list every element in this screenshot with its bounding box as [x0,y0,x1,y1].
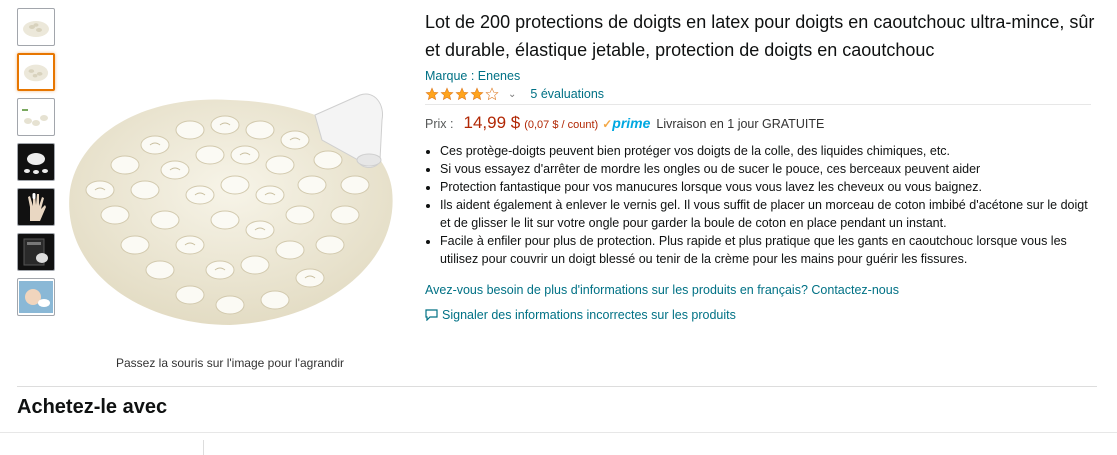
delivery-text: Livraison en 1 jour GRATUITE [656,117,825,131]
finger-cots-spread-icon [22,109,48,126]
feature-bullet: Facile à enfiler pour plus de protection… [440,232,1090,268]
speech-bubble-icon [425,309,438,321]
report-link-label: Signaler des informations incorrectes su… [442,308,736,322]
thumbnail-4[interactable] [17,143,55,181]
brand-link[interactable]: Marque : Enenes [425,69,1105,83]
star-empty-icon [485,87,499,101]
unit-price: (0,07 $ / count) [524,119,599,131]
finger-cots-pile-icon [23,21,49,37]
star-rating[interactable] [425,87,500,101]
hand-icon [28,193,46,221]
prime-badge: ✓prime [602,115,651,131]
star-full-icon [455,87,469,101]
thumbnail-5[interactable] [17,188,55,226]
feature-bullet: Protection fantastique pour vos manucure… [440,178,1090,196]
star-full-icon [440,87,454,101]
chevron-down-icon[interactable]: ⌄ [508,89,516,100]
finger-cots-pile-icon [23,64,49,82]
price-value: 14,99 $ [463,113,521,132]
feature-bullet: Ils aident également à enlever le vernis… [440,196,1090,232]
feature-bullets: Ces protège-doigts peuvent bien protéger… [440,142,1090,268]
product-title: Lot de 200 protections de doigts en late… [425,12,1095,60]
buy-together-heading: Achetez-le avec [17,396,168,418]
star-full-icon [470,87,484,101]
rating-row: ⌄ 5 évaluations [425,84,1105,104]
prime-check-icon: ✓ [602,117,613,131]
price-label: Prix : [425,117,454,131]
product-info: Lot de 200 protections de doigts en late… [425,8,1105,104]
report-incorrect-info-link[interactable]: Signaler des informations incorrectes su… [425,308,736,322]
lifestyle-photo-icon [19,281,53,313]
package-icon [23,238,48,266]
thumbnail-3[interactable] [17,98,55,136]
feature-bullet: Si vous essayez d'arrêter de mordre les … [440,160,1090,178]
thumbnail-6[interactable] [17,233,55,271]
feature-bullet: Ces protège-doigts peuvent bien protéger… [440,142,1090,160]
star-full-icon [425,87,439,101]
more-info-link[interactable]: Avez-vous besoin de plus d'informations … [425,283,899,297]
thumbnail-7[interactable] [17,278,55,316]
divider [425,104,1091,105]
thumbnail-2[interactable] [17,53,55,91]
finger-cots-image [69,93,393,325]
column-separator [203,440,204,455]
thumbnail-1[interactable] [17,8,55,46]
section-divider [17,386,1097,387]
zoom-hint: Passez la souris sur l'image pour l'agra… [115,356,345,370]
bottom-divider [0,432,1117,433]
price-row: Prix : 14,99 $ (0,07 $ / count) ✓prime L… [425,113,824,133]
thumbnail-strip [17,8,55,323]
ratings-count-link[interactable]: 5 évaluations [530,87,604,101]
finger-cots-dark-icon [24,153,48,174]
main-product-image[interactable] [60,20,400,350]
